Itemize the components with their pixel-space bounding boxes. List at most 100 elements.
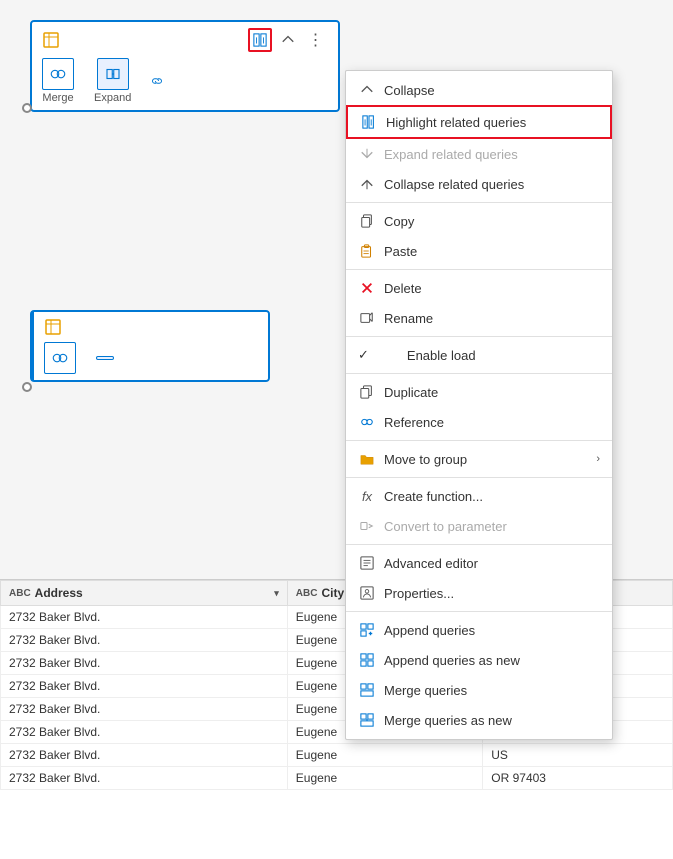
menu-separator bbox=[346, 269, 612, 270]
cell-extra: US bbox=[483, 744, 673, 767]
check-icon bbox=[381, 346, 399, 364]
cell-address: 2732 Baker Blvd. bbox=[1, 767, 288, 790]
menu-label-move-to-group: Move to group bbox=[384, 452, 588, 467]
menu-item-advanced-editor[interactable]: Advanced editor bbox=[346, 548, 612, 578]
cell-city: Eugene bbox=[287, 767, 482, 790]
highlight-queries-button[interactable] bbox=[248, 28, 272, 52]
menu-separator bbox=[346, 477, 612, 478]
menu-separator bbox=[346, 202, 612, 203]
merge-label: Merge bbox=[42, 92, 73, 104]
table-row: 2732 Baker Blvd.EugeneOR 97403 bbox=[1, 767, 673, 790]
menu-label-create-function: Create function... bbox=[384, 489, 600, 504]
merge-query-card bbox=[30, 310, 270, 382]
collapse-button[interactable] bbox=[276, 28, 300, 52]
context-menu: Collapse Highlight related queries Expand … bbox=[345, 70, 613, 740]
cell-extra: OR 97403 bbox=[483, 767, 673, 790]
merge-title-area bbox=[44, 318, 68, 336]
merge-connector-dot bbox=[22, 382, 32, 392]
expand-step-icon bbox=[97, 58, 129, 90]
cell-address: 2732 Baker Blvd. bbox=[1, 721, 288, 744]
col-label-address: Address bbox=[35, 586, 83, 600]
check-mark: ✓ bbox=[358, 347, 369, 363]
menu-label-append-queries: Append queries bbox=[384, 623, 600, 638]
menu-item-create-function[interactable]: fx Create function... bbox=[346, 481, 612, 511]
menu-label-duplicate: Duplicate bbox=[384, 385, 600, 400]
menu-item-copy[interactable]: Copy bbox=[346, 206, 612, 236]
cell-address: 2732 Baker Blvd. bbox=[1, 675, 288, 698]
convert-icon bbox=[358, 517, 376, 535]
menu-item-collapse[interactable]: Collapse bbox=[346, 75, 612, 105]
menu-label-merge-queries-new: Merge queries as new bbox=[384, 713, 600, 728]
card-link[interactable] bbox=[151, 75, 166, 87]
folder-icon bbox=[358, 450, 376, 468]
menu-item-expand-related: Expand related queries bbox=[346, 139, 612, 169]
append-new-icon bbox=[358, 651, 376, 669]
menu-item-merge-queries-new[interactable]: Merge queries as new bbox=[346, 705, 612, 735]
card-actions: ⋮ bbox=[248, 28, 328, 52]
menu-label-convert-to-parameter: Convert to parameter bbox=[384, 519, 600, 534]
menu-label-reference: Reference bbox=[384, 415, 600, 430]
expand-label: Expand bbox=[94, 92, 131, 104]
menu-item-append-queries[interactable]: Append queries bbox=[346, 615, 612, 645]
rename-icon bbox=[358, 309, 376, 327]
expand-related-icon bbox=[358, 145, 376, 163]
menu-separator bbox=[346, 611, 612, 612]
top-query-card: ⋮ Merge bbox=[30, 20, 340, 112]
menu-item-reference[interactable]: Reference bbox=[346, 407, 612, 437]
menu-label-expand-related: Expand related queries bbox=[384, 147, 600, 162]
delete-icon bbox=[358, 279, 376, 297]
merge-card-icon bbox=[44, 342, 76, 374]
step-badge bbox=[96, 356, 114, 360]
menu-item-convert-to-parameter: Convert to parameter bbox=[346, 511, 612, 541]
menu-item-highlight-related[interactable]: Highlight related queries bbox=[346, 105, 612, 139]
merge-q-icon bbox=[358, 681, 376, 699]
card-body: Merge Expand bbox=[42, 58, 328, 104]
editor-icon bbox=[358, 554, 376, 572]
menu-label-delete: Delete bbox=[384, 281, 600, 296]
menu-item-properties[interactable]: Properties... bbox=[346, 578, 612, 608]
merge-q-new-icon bbox=[358, 711, 376, 729]
more-options-button[interactable]: ⋮ bbox=[304, 28, 328, 52]
card-title-area bbox=[42, 31, 66, 49]
copy-icon bbox=[358, 212, 376, 230]
menu-separator bbox=[346, 373, 612, 374]
merge-card-header bbox=[44, 318, 258, 336]
card-header: ⋮ bbox=[42, 28, 328, 52]
cell-address: 2732 Baker Blvd. bbox=[1, 744, 288, 767]
cell-city: Eugene bbox=[287, 744, 482, 767]
menu-item-rename[interactable]: Rename bbox=[346, 303, 612, 333]
menu-item-paste[interactable]: Paste bbox=[346, 236, 612, 266]
menu-item-enable-load[interactable]: ✓ Enable load bbox=[346, 340, 612, 370]
menu-label-enable-load: Enable load bbox=[407, 348, 600, 363]
connector-dot bbox=[22, 103, 32, 113]
menu-item-delete[interactable]: Delete bbox=[346, 273, 612, 303]
menu-label-append-queries-new: Append queries as new bbox=[384, 653, 600, 668]
type-icon-city: ABC bbox=[296, 588, 318, 599]
menu-label-paste: Paste bbox=[384, 244, 600, 259]
menu-item-append-queries-new[interactable]: Append queries as new bbox=[346, 645, 612, 675]
type-icon-address: ABC bbox=[9, 588, 31, 599]
merge-card-step bbox=[44, 342, 76, 374]
menu-item-move-to-group[interactable]: Move to group› bbox=[346, 444, 612, 474]
menu-item-duplicate[interactable]: Duplicate bbox=[346, 377, 612, 407]
table-row: 2732 Baker Blvd.EugeneUS bbox=[1, 744, 673, 767]
paste-icon bbox=[358, 242, 376, 260]
properties-icon bbox=[358, 584, 376, 602]
menu-item-collapse-related[interactable]: Collapse related queries bbox=[346, 169, 612, 199]
menu-label-collapse: Collapse bbox=[384, 83, 600, 98]
menu-separator bbox=[346, 440, 612, 441]
duplicate-icon bbox=[358, 383, 376, 401]
collapse-icon bbox=[358, 81, 376, 99]
append-icon bbox=[358, 621, 376, 639]
table-icon bbox=[42, 31, 60, 49]
merge-table-icon bbox=[44, 318, 62, 336]
reference-icon bbox=[358, 413, 376, 431]
cell-address: 2732 Baker Blvd. bbox=[1, 606, 288, 629]
fx-icon: fx bbox=[358, 487, 376, 505]
col-label-city: City bbox=[321, 586, 344, 600]
column-header-address[interactable]: ABC Address ▾ bbox=[1, 581, 288, 606]
filter-arrow[interactable]: ▾ bbox=[274, 588, 279, 599]
menu-separator bbox=[346, 544, 612, 545]
menu-label-advanced-editor: Advanced editor bbox=[384, 556, 600, 571]
menu-item-merge-queries[interactable]: Merge queries bbox=[346, 675, 612, 705]
